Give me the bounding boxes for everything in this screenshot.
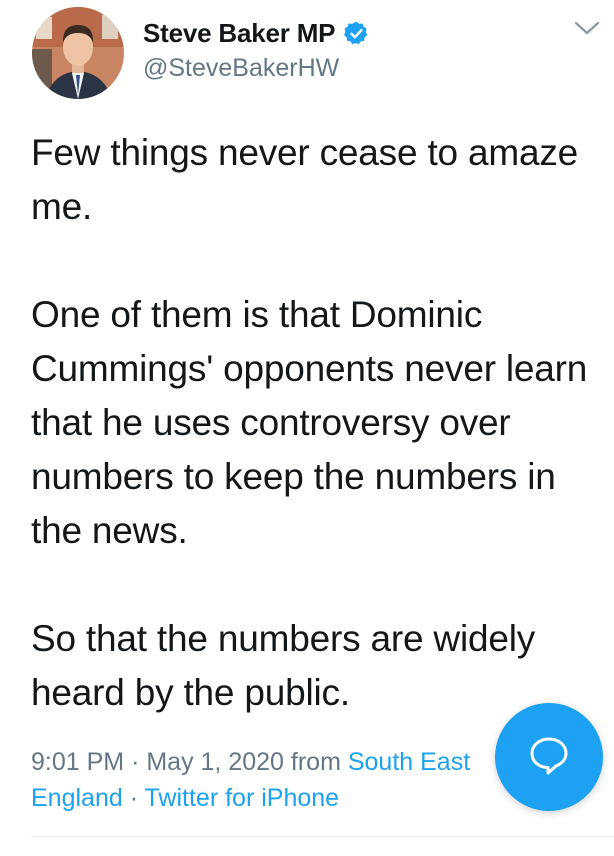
compose-reply-button[interactable]	[495, 703, 603, 811]
tweet-detail: Steve Baker MP @SteveBakerHW Few things …	[0, 0, 614, 856]
tweet-time: 9:01 PM	[31, 748, 125, 776]
meta-separator: ·	[129, 784, 139, 812]
avatar[interactable]	[32, 7, 124, 99]
meta-separator: ·	[131, 748, 140, 776]
divider	[31, 836, 614, 837]
from-label: from	[290, 748, 341, 776]
avatar-photo	[32, 7, 124, 99]
tweet-text: Few things never cease to amaze me. One …	[31, 132, 588, 713]
source-link[interactable]: Twitter for iPhone	[145, 784, 340, 812]
chevron-down-icon[interactable]	[574, 20, 600, 36]
author-display-name[interactable]: Steve Baker MP	[143, 18, 336, 49]
tweet-date: May 1, 2020	[146, 748, 284, 776]
chat-bubble-icon	[527, 733, 571, 782]
author-name-row[interactable]: Steve Baker MP	[143, 16, 370, 50]
tweet-meta: 9:01 PM · May 1, 2020 from South East En…	[31, 744, 501, 816]
verified-badge-icon	[343, 20, 370, 47]
author-handle[interactable]: @SteveBakerHW	[143, 54, 339, 83]
